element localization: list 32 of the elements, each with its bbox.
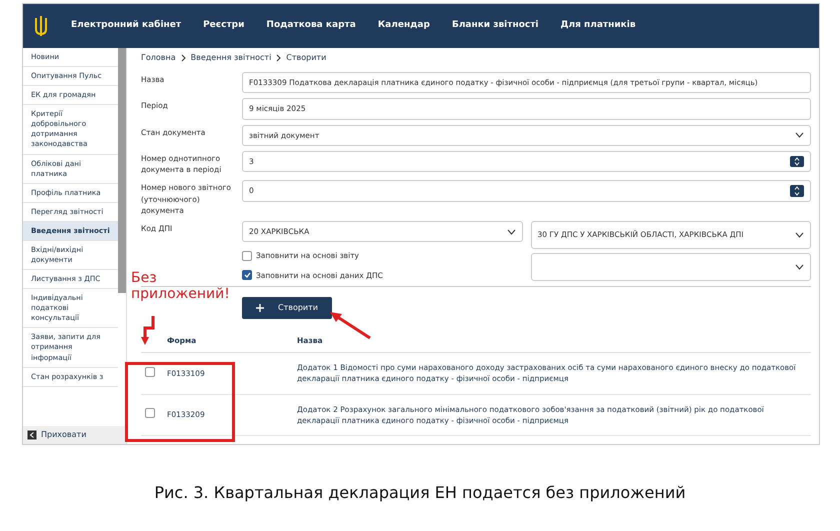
arrow-drawing (141, 316, 157, 346)
checkbox[interactable] (242, 250, 252, 261)
checkbox[interactable] (145, 408, 155, 418)
breadcrumb-link[interactable]: Введення звітності (190, 52, 272, 64)
select-field[interactable] (530, 252, 811, 281)
chevron-down-icon (795, 264, 804, 270)
breadcrumb-link[interactable]: Створити (286, 52, 326, 64)
plus-icon (256, 304, 264, 312)
chevron-down-icon (795, 232, 804, 238)
create-button[interactable]: Створити (242, 296, 332, 319)
chevron-icon (180, 54, 186, 62)
trident-icon (33, 15, 49, 37)
collapse-icon (27, 430, 37, 440)
breadcrumb-link[interactable]: Головна (141, 52, 176, 64)
checkbox[interactable] (242, 270, 252, 280)
scrollbar[interactable] (118, 48, 126, 293)
chevron-icon (276, 54, 282, 62)
spin-buttons[interactable] (790, 185, 804, 196)
checkbox[interactable] (145, 366, 155, 377)
nav-link[interactable]: Бланки звітності (452, 19, 539, 33)
figure-caption: Рис. 3. Квартальная декларация ЕН подается без приложений (153, 482, 687, 504)
arrow-drawing (328, 310, 372, 340)
nav-link[interactable]: Податкова карта (266, 19, 356, 33)
spin-buttons[interactable] (790, 156, 804, 167)
nav-link[interactable]: Для платників (560, 19, 636, 33)
chevron-down-icon (795, 132, 804, 138)
nav-link[interactable]: Електронний кабінет (71, 19, 182, 33)
hide-button[interactable]: Приховати (23, 426, 126, 444)
chevron-down-icon (506, 228, 516, 235)
annotation-text: Без приложений! (131, 270, 231, 302)
nav-link[interactable]: Реєстри (203, 19, 244, 33)
nav-link[interactable]: Календар (378, 19, 430, 33)
